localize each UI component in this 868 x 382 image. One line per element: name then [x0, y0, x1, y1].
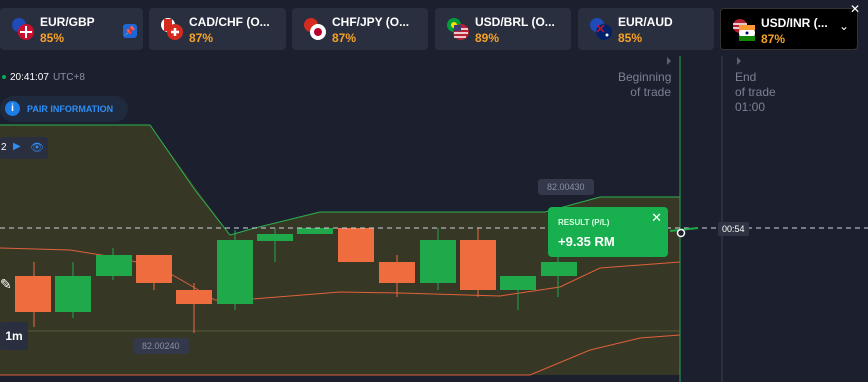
- price-chart[interactable]: [0, 0, 868, 382]
- indicator-control[interactable]: 2 ▶ 👁: [0, 137, 48, 159]
- usd-inr-flag-icon: [733, 19, 755, 41]
- candle: [338, 228, 374, 262]
- candle: [379, 262, 415, 283]
- candle: [217, 240, 253, 304]
- server-clock: 20:41:07 UTC+8: [0, 72, 85, 83]
- tab-pair-name: USD/INR (...: [761, 16, 828, 30]
- pair-information-button[interactable]: i PAIR INFORMATION: [0, 96, 128, 122]
- pair-information-label: PAIR INFORMATION: [27, 104, 114, 114]
- tab-payout: 85%: [618, 31, 643, 45]
- live-dot-icon: [2, 75, 6, 79]
- tab-eur-aud[interactable]: EUR/AUD 85%: [578, 8, 714, 50]
- price-high-label: 82.00430: [538, 179, 594, 195]
- tab-payout: 87%: [189, 31, 214, 45]
- tab-usd-brl[interactable]: USD/BRL (O... 89%: [435, 8, 571, 50]
- play-icon[interactable]: ▶: [13, 141, 21, 152]
- result-label: RESULT (P/L): [558, 218, 610, 227]
- eur-gbp-flag-icon: [12, 18, 34, 40]
- chf-jpy-flag-icon: [304, 18, 326, 40]
- clock-timezone: UTC+8: [52, 72, 85, 83]
- beginning-label-line1: Beginning: [618, 70, 672, 84]
- beginning-of-trade-label: Beginning of trade: [618, 70, 671, 100]
- timeframe-button[interactable]: 1m: [0, 322, 28, 350]
- tab-payout: 89%: [475, 31, 500, 45]
- pin-icon[interactable]: 📌: [123, 24, 137, 38]
- candle: [136, 255, 172, 283]
- cad-chf-flag-icon: [161, 18, 183, 40]
- end-label-line2: of trade: [735, 85, 776, 99]
- beginning-label-line2: of trade: [630, 85, 671, 99]
- close-icon[interactable]: ✕: [651, 210, 662, 226]
- result-popup: RESULT (P/L) +9.35 RM ✕: [548, 207, 668, 257]
- candle: [55, 276, 91, 312]
- end-time: 01:00: [735, 100, 766, 114]
- beginning-marker-icon: [667, 57, 671, 65]
- usd-brl-flag-icon: [447, 18, 469, 40]
- close-icon[interactable]: ✕: [850, 2, 868, 16]
- eur-aud-flag-icon: [590, 18, 612, 40]
- price-low-label: 82.00240: [133, 338, 189, 354]
- tab-payout: 87%: [332, 31, 357, 45]
- eye-icon[interactable]: 👁: [30, 141, 44, 154]
- result-value: +9.35 RM: [558, 234, 615, 249]
- tab-cad-chf[interactable]: CAD/CHF (O... 87%: [149, 8, 286, 50]
- current-price-point: [676, 228, 686, 238]
- clock-time: 20:41:07: [10, 72, 49, 83]
- candle: [541, 262, 577, 276]
- asset-tabs: EUR/GBP 85% 📌 CAD/CHF (O... 87% CHF/JPY …: [0, 0, 868, 56]
- tab-pair-name: CHF/JPY (O...: [332, 15, 410, 29]
- info-icon: i: [5, 101, 20, 116]
- countdown-timer: 00:54: [718, 222, 749, 236]
- tab-chf-jpy[interactable]: CHF/JPY (O... 87%: [292, 8, 428, 50]
- candle: [96, 255, 132, 276]
- tab-pair-name: EUR/AUD: [618, 15, 673, 29]
- tab-pair-name: EUR/GBP: [40, 15, 95, 29]
- tab-usd-inr[interactable]: USD/INR (... 87% ⌄: [720, 8, 858, 50]
- candle: [420, 240, 456, 283]
- candle: [500, 276, 536, 290]
- end-of-trade-label: End of trade 01:00: [735, 70, 776, 115]
- tab-eur-gbp[interactable]: EUR/GBP 85% 📌: [0, 8, 143, 50]
- tab-payout: 87%: [761, 32, 786, 46]
- end-marker-icon: [737, 57, 741, 65]
- tab-payout: 85%: [40, 31, 65, 45]
- candle: [176, 290, 212, 304]
- tab-pair-name: USD/BRL (O...: [475, 15, 555, 29]
- candle: [257, 234, 293, 241]
- pencil-icon[interactable]: ✎: [0, 276, 22, 298]
- candle: [460, 240, 496, 290]
- tab-pair-name: CAD/CHF (O...: [189, 15, 270, 29]
- indicator-count: 2: [1, 142, 7, 153]
- end-label-line1: End: [735, 70, 757, 84]
- chevron-down-icon[interactable]: ⌄: [839, 19, 849, 33]
- candle: [297, 228, 333, 234]
